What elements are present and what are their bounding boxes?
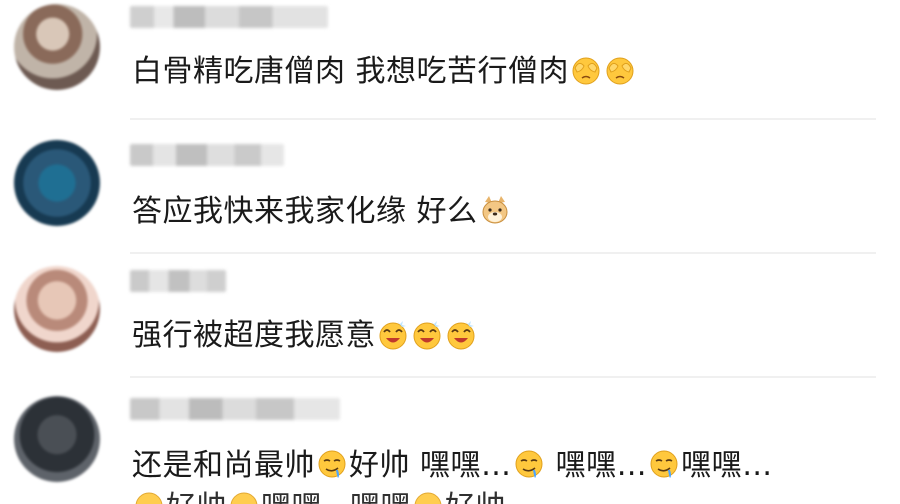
avatar[interactable]: [14, 266, 100, 352]
divider: [130, 252, 876, 254]
comment-text-overflow: 好帅 嘿嘿 嘿嘿 好帅: [132, 488, 506, 504]
doge-icon: [479, 194, 511, 226]
shy-cover-face-icon: [570, 54, 602, 86]
username-blurred[interactable]: [130, 144, 284, 166]
comment-text: 白骨精吃唐僧肉 我想吃苦行僧肉: [132, 52, 637, 92]
drooling-icon: [513, 448, 545, 480]
divider: [130, 118, 876, 120]
comment-item: 还是和尚最帅好帅 嘿嘿… 嘿嘿… 嘿嘿… 好帅 嘿嘿 嘿嘿 好帅: [0, 392, 900, 504]
comment-text: 还是和尚最帅 好帅 嘿嘿… 嘿嘿… 嘿嘿…: [132, 446, 773, 486]
drooling-icon: [412, 490, 444, 504]
comment-text-segment: 好帅 嘿嘿…: [349, 448, 512, 483]
drooling-icon: [316, 448, 348, 480]
drooling-icon: [133, 490, 165, 504]
username-blurred[interactable]: [130, 270, 226, 292]
avatar[interactable]: [14, 4, 100, 90]
divider: [130, 376, 876, 378]
comment-text: 强行被超度我愿意: [132, 316, 478, 356]
comment-text-segment: 嘿嘿…: [681, 448, 773, 483]
comment-item: 答应我快来我家化缘 好么: [0, 136, 900, 256]
star-struck-icon: [411, 318, 443, 350]
drooling-icon: [648, 448, 680, 480]
comment-text-segment: 嘿嘿: [261, 490, 322, 504]
avatar[interactable]: [14, 396, 100, 482]
comment-text-segment: 好帅: [445, 490, 506, 504]
comment-text-segment: 嘿嘿: [350, 490, 411, 504]
comment-text-segment: 白骨精吃唐僧肉 我想吃苦行僧肉: [132, 54, 570, 89]
comment-item: 白骨精吃唐僧肉 我想吃苦行僧肉: [0, 0, 900, 120]
username-blurred[interactable]: [130, 398, 340, 420]
comment-text-segment: 还是和尚最帅: [132, 448, 315, 483]
username-blurred[interactable]: [130, 6, 328, 28]
drooling-icon: [228, 490, 260, 504]
shy-cover-face-icon: [604, 54, 636, 86]
avatar[interactable]: [14, 140, 100, 226]
star-struck-icon: [445, 318, 477, 350]
comment-text: 答应我快来我家化缘 好么: [132, 192, 512, 232]
star-struck-icon: [377, 318, 409, 350]
comment-item: 强行被超度我愿意: [0, 262, 900, 382]
comment-feed: 白骨精吃唐僧肉 我想吃苦行僧肉 答应我快来我家化缘 好么 强行被超度我愿意 还是…: [0, 0, 900, 504]
comment-text-segment: 嘿嘿…: [545, 448, 648, 483]
comment-text-segment: 答应我快来我家化缘 好么: [132, 194, 478, 229]
comment-text-segment: 强行被超度我愿意: [132, 318, 376, 353]
comment-text-segment: 好帅: [166, 490, 227, 504]
